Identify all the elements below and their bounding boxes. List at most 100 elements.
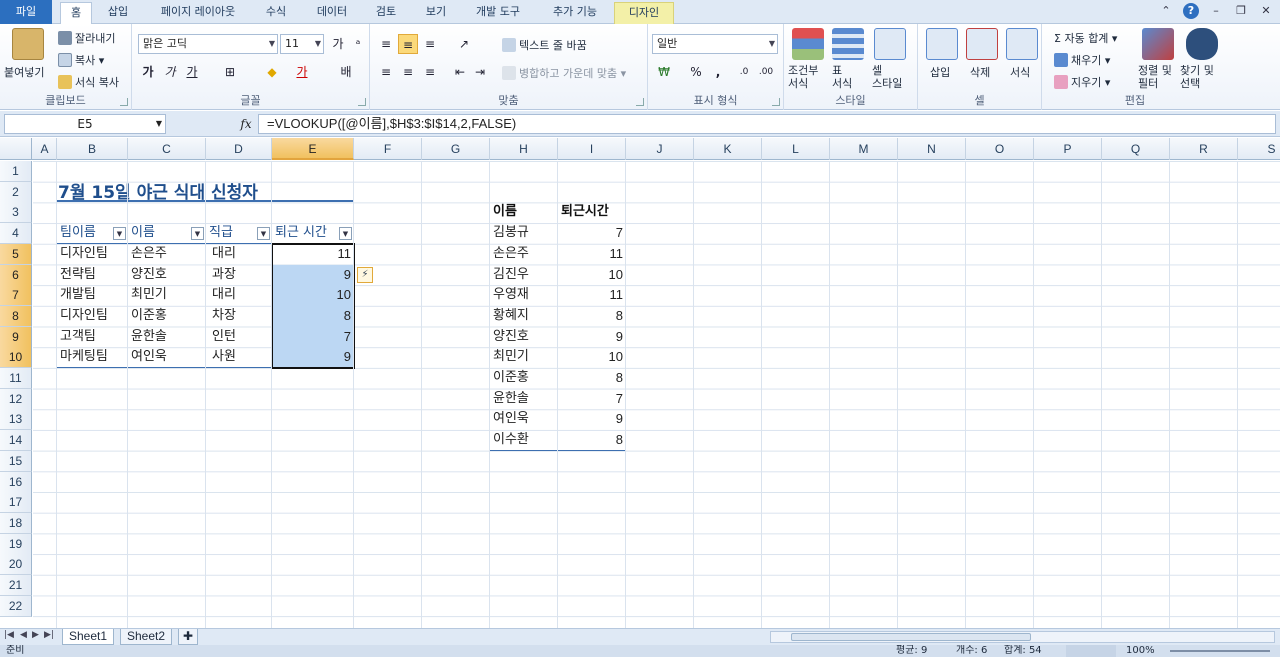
cell-styles-button[interactable]: 셀 스타일	[872, 64, 902, 90]
ribbon-minimize-icon[interactable]: ⌃	[1158, 3, 1174, 19]
column-header-h[interactable]: H	[490, 138, 558, 160]
fill-color-icon[interactable]: ◆	[262, 62, 282, 82]
row-header-20[interactable]: 20	[0, 554, 32, 576]
lookup-cell-name[interactable]: 황혜지	[490, 306, 558, 326]
borders-icon[interactable]: ⊞	[220, 62, 240, 82]
column-header-g[interactable]: G	[422, 138, 490, 160]
table-cell[interactable]: 개발팀	[57, 285, 128, 305]
restore-icon[interactable]: ❐	[1233, 3, 1249, 19]
view-mode-icons[interactable]	[1066, 645, 1116, 657]
row-header-9[interactable]: 9	[0, 326, 32, 348]
conditional-format-button[interactable]: 조건부 서식	[788, 64, 818, 90]
table-cell[interactable]: 여인욱	[128, 347, 206, 367]
lookup-cell-name[interactable]: 손은주	[490, 244, 558, 264]
format-button[interactable]: 서식	[1010, 64, 1030, 80]
tab-home[interactable]: 홈	[60, 2, 92, 25]
delete-cells-icon[interactable]	[966, 28, 998, 60]
row-header-19[interactable]: 19	[0, 533, 32, 555]
first-sheet-icon[interactable]: |◀	[4, 630, 14, 640]
number-launcher-icon[interactable]	[772, 98, 780, 106]
clipboard-launcher-icon[interactable]	[120, 98, 128, 106]
tab-data[interactable]: 데이터	[306, 2, 358, 24]
align-middle-icon[interactable]: ≡	[398, 34, 418, 54]
lookup-cell-name[interactable]: 양진호	[490, 327, 558, 347]
lookup-cell-time[interactable]: 7	[558, 223, 626, 243]
grow-font-icon[interactable]: 가	[328, 34, 348, 54]
help-icon[interactable]: ?	[1183, 3, 1199, 19]
row-header-18[interactable]: 18	[0, 512, 32, 534]
row-header-22[interactable]: 22	[0, 595, 32, 617]
cut-button[interactable]: 잘라내기	[58, 30, 115, 46]
column-header-c[interactable]: C	[128, 138, 206, 160]
column-header-k[interactable]: K	[694, 138, 762, 160]
row-header-4[interactable]: 4	[0, 223, 32, 245]
prev-sheet-icon[interactable]: ◀	[20, 630, 27, 640]
row-header-5[interactable]: 5	[0, 243, 32, 265]
lookup-cell-time[interactable]: 11	[558, 244, 626, 264]
column-header-p[interactable]: P	[1034, 138, 1102, 160]
lookup-cell-name[interactable]: 김봉규	[490, 223, 558, 243]
name-box[interactable]: E5 ▼	[4, 114, 166, 134]
lookup-cell-time[interactable]: 8	[558, 306, 626, 326]
tab-design[interactable]: 디자인	[614, 2, 674, 24]
insert-function-icon[interactable]: fx	[236, 114, 256, 134]
row-header-11[interactable]: 11	[0, 368, 32, 389]
phonetic-icon[interactable]: 배	[336, 62, 356, 82]
lookup-cell-time[interactable]: 9	[558, 327, 626, 347]
row-header-6[interactable]: 6	[0, 264, 32, 286]
tab-insert[interactable]: 삽입	[100, 2, 136, 24]
insert-button[interactable]: 삽입	[930, 64, 950, 80]
tab-view[interactable]: 보기	[416, 2, 456, 24]
column-header-s[interactable]: S	[1238, 138, 1280, 160]
align-bottom-icon[interactable]: ≡	[420, 34, 440, 54]
percent-button[interactable]: %	[686, 62, 706, 82]
number-format-select[interactable]: 일반 ▼	[652, 34, 778, 54]
column-header-o[interactable]: O	[966, 138, 1034, 160]
row-header-14[interactable]: 14	[0, 430, 32, 452]
lookup-cell-name[interactable]: 우영재	[490, 285, 558, 305]
lookup-cell-name[interactable]: 윤한솔	[490, 389, 558, 409]
row-header-10[interactable]: 10	[0, 347, 32, 369]
select-all-corner[interactable]	[0, 138, 32, 160]
format-painter-button[interactable]: 서식 복사	[58, 74, 119, 90]
zoom-level[interactable]: 100%	[1126, 645, 1155, 657]
decrease-indent-icon[interactable]: ⇤	[450, 62, 470, 82]
align-top-icon[interactable]: ≡	[376, 34, 396, 54]
font-name-select[interactable]: 맑은 고딕 ▼	[138, 34, 278, 54]
autocorrect-options-icon[interactable]: ⚡	[357, 266, 373, 283]
lookup-cell-time[interactable]: 9	[558, 409, 626, 429]
lookup-cell-name[interactable]: 이준홍	[490, 368, 558, 388]
increase-decimal-icon[interactable]: .0	[734, 62, 754, 82]
last-sheet-icon[interactable]: ▶|	[44, 630, 54, 640]
table-cell[interactable]: 손은주	[128, 244, 206, 264]
table-cell[interactable]: 대리	[206, 244, 272, 264]
column-header-r[interactable]: R	[1170, 138, 1238, 160]
lookup-cell-name[interactable]: 김진우	[490, 265, 558, 285]
row-header-12[interactable]: 12	[0, 388, 32, 410]
table-cell[interactable]: 고객팀	[57, 327, 128, 347]
binoculars-icon[interactable]	[1186, 28, 1218, 60]
format-table-icon[interactable]	[832, 28, 864, 60]
lookup-cell-time[interactable]: 10	[558, 265, 626, 285]
column-header-d[interactable]: D	[206, 138, 272, 160]
column-header-b[interactable]: B	[57, 138, 128, 160]
horizontal-scrollbar[interactable]	[770, 631, 1275, 643]
bold-button[interactable]: 가	[138, 62, 158, 82]
font-launcher-icon[interactable]	[358, 98, 366, 106]
column-header-i[interactable]: I	[558, 138, 626, 160]
row-header-16[interactable]: 16	[0, 471, 32, 493]
tab-file[interactable]: 파일	[0, 0, 52, 24]
row-header-1[interactable]: 1	[0, 161, 32, 182]
paste-button[interactable]: 붙여넣기	[4, 64, 44, 80]
table-cell[interactable]: 최민기	[128, 285, 206, 305]
table-cell[interactable]: 인턴	[206, 327, 272, 347]
cell-styles-icon[interactable]	[874, 28, 906, 60]
row-header-15[interactable]: 15	[0, 450, 32, 472]
insert-sheet-icon[interactable]: ✚	[178, 629, 199, 645]
filter-dropdown-icon[interactable]: ▼	[339, 227, 352, 241]
sheet-tab-sheet2[interactable]: Sheet2	[120, 629, 173, 645]
row-header-21[interactable]: 21	[0, 575, 32, 596]
minimize-icon[interactable]: –	[1208, 3, 1224, 19]
format-as-table-button[interactable]: 표 서식	[832, 64, 852, 90]
decrease-decimal-icon[interactable]: .00	[756, 62, 776, 82]
